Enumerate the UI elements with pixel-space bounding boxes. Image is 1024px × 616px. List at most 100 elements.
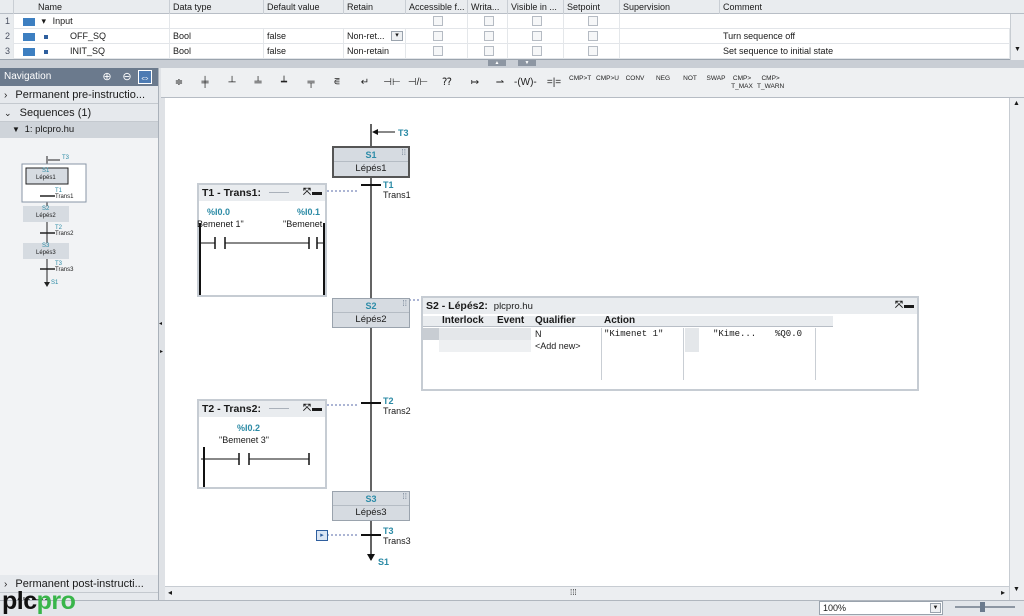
wire-w-icon[interactable]: -(W)- xyxy=(514,71,537,95)
qualifier-cell[interactable]: N xyxy=(535,329,542,339)
row-handle[interactable] xyxy=(423,328,439,340)
zoom-in-icon[interactable]: ⊕ xyxy=(100,70,114,84)
col-supervision[interactable]: Supervision xyxy=(620,0,720,14)
chevron-down-icon[interactable]: ⌄ xyxy=(4,108,12,118)
chevron-down-icon[interactable]: ▼ xyxy=(930,603,941,613)
writable-checkbox[interactable] xyxy=(484,16,494,26)
not-button[interactable]: NOT xyxy=(679,71,701,95)
action-cell[interactable]: "Kimenet 1" xyxy=(604,329,663,339)
col-comment[interactable]: Comment xyxy=(720,0,1024,14)
graph-canvas[interactable]: T3 S1 Lépés1 ⁞⁞ T1 Trans1 S2 Lépés2 ⁞⁞ T… xyxy=(165,98,1009,586)
col-accessible[interactable]: Accessible f... xyxy=(406,0,468,14)
t1-contacts[interactable] xyxy=(199,233,325,253)
maximize-icon[interactable]: ⤧ xyxy=(303,185,311,201)
nav-sequence-item[interactable]: ▼ 1: plcpro.hu xyxy=(0,122,159,138)
scroll-right-icon[interactable]: ▸ xyxy=(1001,588,1005,597)
col-datatype[interactable]: Data type xyxy=(170,0,264,14)
t1-transition-panel[interactable]: T1 - Trans1: ⤧ ▬ %I0.0 Bemenet 1" %I0.1 … xyxy=(197,183,327,297)
collapse-down-icon[interactable]: ▼ xyxy=(518,60,536,66)
cmp-t-button[interactable]: CMP>T xyxy=(569,71,591,95)
col-writable[interactable]: Writa... xyxy=(468,0,508,14)
minimize-icon[interactable]: ▬ xyxy=(904,298,914,314)
step-grid-icon[interactable]: ⁞⁞ xyxy=(403,492,407,501)
maximize-icon[interactable]: ⤧ xyxy=(303,401,311,417)
branch-icon[interactable]: ╧ xyxy=(247,71,269,95)
minimize-icon[interactable]: ▬ xyxy=(312,185,322,201)
minimize-icon[interactable]: ▬ xyxy=(312,401,322,417)
step-transition-icon[interactable]: ╪ xyxy=(194,71,216,95)
cmp-tmax-button[interactable]: CMP> T_MAX xyxy=(731,71,753,95)
interlock-cell[interactable] xyxy=(439,328,493,340)
fit-icon[interactable]: ⇔ xyxy=(138,70,152,84)
panel-divider[interactable]: ◂ ▸ xyxy=(158,68,165,600)
add-new-row[interactable]: <Add new> xyxy=(535,341,581,351)
branch-s-icon[interactable]: ┷ xyxy=(273,71,295,95)
scroll-left-icon[interactable]: ◂ xyxy=(168,588,172,597)
scroll-grip-icon[interactable]: ⁞⁞⁞ xyxy=(570,588,577,597)
step-s3[interactable]: S3 Lépés3 ⁞⁞ xyxy=(332,491,410,521)
canvas-hscrollbar[interactable]: ◂ ⁞⁞⁞ ▸ xyxy=(165,586,1009,600)
expand-icon[interactable]: ▾ xyxy=(42,16,47,26)
chevron-right-icon[interactable]: › xyxy=(4,90,7,101)
transition-icon[interactable]: ┴ xyxy=(221,71,243,95)
visible-checkbox[interactable] xyxy=(532,16,542,26)
col-setpoint[interactable]: Setpoint xyxy=(564,0,620,14)
step-s2[interactable]: S2 Lépés2 ⁞⁞ xyxy=(332,298,410,328)
chevron-down-icon[interactable]: ▾ xyxy=(391,31,403,41)
zoom-slider[interactable] xyxy=(955,602,1015,612)
accessible-checkbox[interactable] xyxy=(433,46,443,56)
col-visible[interactable]: Visible in ... xyxy=(508,0,564,14)
scroll-down-icon[interactable]: ▼ xyxy=(1013,586,1020,593)
setpoint-checkbox[interactable] xyxy=(588,31,598,41)
conv-button[interactable]: CONV xyxy=(624,71,646,95)
visible-checkbox[interactable] xyxy=(532,46,542,56)
nav-sequences[interactable]: ⌄ Sequences (1) xyxy=(0,104,159,122)
empty-row[interactable] xyxy=(439,340,531,352)
t2-contacts[interactable] xyxy=(201,449,325,469)
accessible-checkbox[interactable] xyxy=(433,16,443,26)
nc-contact-icon[interactable]: ⊣/⊢ xyxy=(407,71,429,95)
alt-branch-icon[interactable]: ╤ xyxy=(300,71,322,95)
slider-thumb[interactable] xyxy=(980,602,985,612)
accessible-checkbox[interactable] xyxy=(433,31,443,41)
writable-checkbox[interactable] xyxy=(484,31,494,41)
step-grid-icon[interactable]: ⁞⁞ xyxy=(403,299,407,308)
cmp-u-button[interactable]: CMP>U xyxy=(596,71,619,95)
interface-row[interactable]: 3 INIT_SQ Bool false Non-retain Set sequ… xyxy=(0,44,1010,59)
interface-scrollbar[interactable]: ▼ xyxy=(1010,14,1024,60)
step-icon[interactable]: ≑ xyxy=(168,71,190,95)
interface-row[interactable]: 1 ▾ Input xyxy=(0,14,1010,29)
expand-icon[interactable]: ▼ xyxy=(12,125,20,134)
neg-button[interactable]: NEG xyxy=(652,71,674,95)
no-contact-icon[interactable]: ⊣⊢ xyxy=(381,71,403,95)
close-branch-icon[interactable]: ⇀ xyxy=(489,71,511,95)
step-grid-icon[interactable]: ⁞⁞ xyxy=(402,148,406,157)
col-name[interactable]: Name xyxy=(14,0,170,14)
empty-box-icon[interactable]: ⁇ xyxy=(436,71,458,95)
mini-overview[interactable] xyxy=(0,154,158,304)
nav-pre-instructions[interactable]: › Permanent pre-instructio... xyxy=(0,86,159,104)
swap-button[interactable]: SWAP xyxy=(705,71,727,95)
canvas-scrollbar[interactable]: ▲ ▼ xyxy=(1009,98,1024,600)
col-default[interactable]: Default value xyxy=(264,0,344,14)
zoom-out-icon[interactable]: ⊖ xyxy=(120,70,134,84)
s2-action-panel[interactable]: S2 - Lépés2: plcpro.hu ⤧ ▬ Interlock Eve… xyxy=(421,296,919,391)
setpoint-checkbox[interactable] xyxy=(588,46,598,56)
sim-branch-icon[interactable]: ⋷ xyxy=(326,71,348,95)
cmp-twarn-button[interactable]: CMP> T_WARN xyxy=(757,71,784,95)
event-cell[interactable] xyxy=(493,328,531,340)
scroll-down-icon[interactable]: ▼ xyxy=(1013,46,1022,56)
jump-icon[interactable]: ↵ xyxy=(354,71,376,95)
zoom-select[interactable]: 100% ▼ xyxy=(819,601,943,615)
compare-eq-icon[interactable]: =|= xyxy=(543,71,565,95)
collapse-up-icon[interactable]: ▲ xyxy=(488,60,506,66)
writable-checkbox[interactable] xyxy=(484,46,494,56)
interface-row[interactable]: 2 OFF_SQ Bool false Non-ret... ▾ Turn se… xyxy=(0,29,1010,44)
col-retain[interactable]: Retain xyxy=(344,0,406,14)
open-branch-icon[interactable]: ↦ xyxy=(464,71,486,95)
visible-checkbox[interactable] xyxy=(532,31,542,41)
expand-right-icon[interactable]: ▸ xyxy=(160,348,163,355)
collapse-left-icon[interactable]: ◂ xyxy=(159,320,162,327)
setpoint-checkbox[interactable] xyxy=(588,16,598,26)
expand-transition-icon[interactable]: ▸ xyxy=(316,530,328,541)
